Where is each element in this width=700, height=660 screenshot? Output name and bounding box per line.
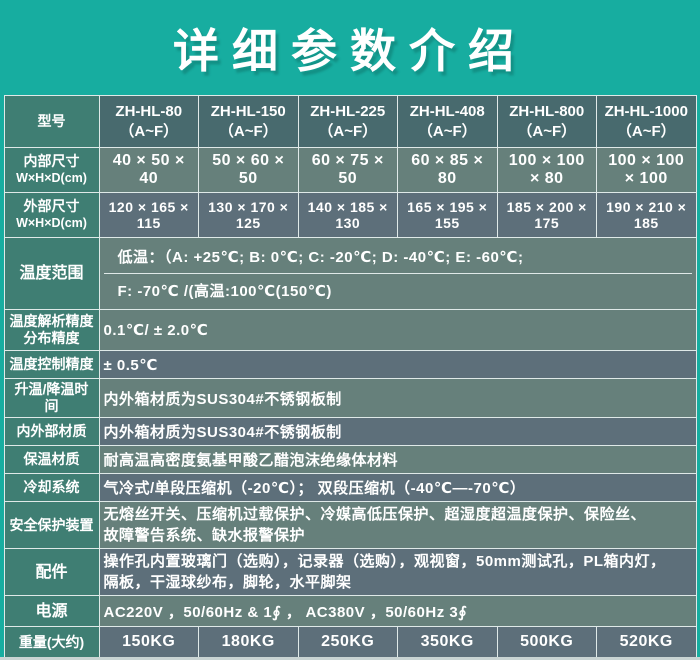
inner-size-value: 60 × 75 × 50 (298, 148, 398, 193)
model-row-label: 型号 (4, 96, 99, 148)
cooling-label: 冷却系统 (4, 474, 99, 502)
inner-size-value: 100 × 100 × 100 (597, 148, 697, 193)
page-title: 详细参数介绍 (173, 15, 527, 81)
accessories-value: 操作孔内置玻璃门（选购），记录器（选购），观视窗，50mm测试孔，PL箱内灯， … (99, 549, 696, 596)
weight-value: 180KG (199, 627, 299, 658)
model-column-zh-hl-225: ZH-HL-225 （A~F） (298, 96, 398, 148)
table-row-inner-size: 内部尺寸 W×H×D(cm) 40 × 50 × 40 50 × 60 × 50… (4, 148, 696, 193)
row-label-text: 内部尺寸 (9, 153, 95, 170)
temp-control-value: ± 0.5℃ (99, 351, 696, 379)
table-row-temp-resolution: 温度解析精度 分布精度 0.1℃/ ± 2.0℃ (4, 310, 696, 351)
table-row-weight: 重量(大约) 150KG 180KG 250KG 350KG 500KG 520… (4, 627, 696, 658)
outer-size-value: 165 × 195 × 155 (398, 193, 498, 238)
temp-range-high-line: F: -70℃ /(高温:100℃(150℃) (104, 274, 692, 307)
safety-value: 无熔丝开关、压缩机过载保护、冷媒高低压保护、超湿度超温度保护、保险丝、 故障警告… (99, 502, 696, 549)
weight-value: 520KG (597, 627, 697, 658)
outer-size-value: 130 × 170 × 125 (199, 193, 299, 238)
accessories-label: 配件 (4, 549, 99, 596)
row-label-sub: 分布精度 (9, 330, 95, 347)
model-column-zh-hl-408: ZH-HL-408 （A~F） (398, 96, 498, 148)
material-value: 内外箱材质为SUS304#不锈钢板制 (99, 418, 696, 446)
model-name: ZH-HL-800 (502, 102, 593, 122)
table-row-safety: 安全保护装置 无熔丝开关、压缩机过载保护、冷媒高低压保护、超湿度超温度保护、保险… (4, 502, 696, 549)
table-row-temp-control: 温度控制精度 ± 0.5℃ (4, 351, 696, 379)
row-label-sub: W×H×D(cm) (9, 215, 95, 232)
row-label-text: 温度解析精度 (9, 313, 95, 330)
model-variant: （A~F） (303, 122, 394, 142)
row-label-sub: W×H×D(cm) (9, 170, 95, 187)
heat-cool-time-label: 升温/降温时间 (4, 379, 99, 418)
outer-size-value: 120 × 165 × 115 (99, 193, 199, 238)
temp-range-label: 温度范围 (4, 238, 99, 310)
power-label: 电源 (4, 596, 99, 627)
safety-line-2: 故障警告系统、缺水报警保护 (104, 525, 692, 546)
model-name: ZH-HL-225 (303, 102, 394, 122)
temp-control-label: 温度控制精度 (4, 351, 99, 379)
weight-value: 150KG (99, 627, 199, 658)
accessories-line-1: 操作孔内置玻璃门（选购），记录器（选购），观视窗，50mm测试孔，PL箱内灯， (104, 551, 692, 572)
spec-table: 型号 ZH-HL-80 （A~F） ZH-HL-150 （A~F） ZH-HL-… (4, 95, 697, 658)
inner-size-value: 40 × 50 × 40 (99, 148, 199, 193)
model-name: ZH-HL-1000 (601, 102, 692, 122)
model-variant: （A~F） (402, 122, 493, 142)
model-name: ZH-HL-150 (203, 102, 294, 122)
table-row-outer-size: 外部尺寸 W×H×D(cm) 120 × 165 × 115 130 × 170… (4, 193, 696, 238)
model-column-zh-hl-1000: ZH-HL-1000 （A~F） (597, 96, 697, 148)
title-banner: 详细参数介绍 (0, 0, 700, 95)
model-variant: （A~F） (203, 122, 294, 142)
accessories-line-2: 隔板，干湿球纱布，脚轮，水平脚架 (104, 572, 692, 593)
temp-resolution-value: 0.1℃/ ± 2.0℃ (99, 310, 696, 351)
table-row-cooling: 冷却系统 气冷式/单段压缩机（-20℃）； 双段压缩机（-40℃—-70℃） (4, 474, 696, 502)
model-column-zh-hl-150: ZH-HL-150 （A~F） (199, 96, 299, 148)
table-row-models: 型号 ZH-HL-80 （A~F） ZH-HL-150 （A~F） ZH-HL-… (4, 96, 696, 148)
weight-label: 重量(大约) (4, 627, 99, 658)
model-name: ZH-HL-80 (104, 102, 195, 122)
model-variant: （A~F） (601, 122, 692, 142)
insulation-label: 保温材质 (4, 446, 99, 474)
inner-size-value: 60 × 85 × 80 (398, 148, 498, 193)
safety-line-1: 无熔丝开关、压缩机过载保护、冷媒高低压保护、超湿度超温度保护、保险丝、 (104, 504, 692, 525)
inner-size-label: 内部尺寸 W×H×D(cm) (4, 148, 99, 193)
inner-size-value: 100 × 100 × 80 (497, 148, 597, 193)
power-value: AC220V ，50/60Hz & 1∮ ， AC380V ，50/60Hz 3… (99, 596, 696, 627)
temp-range-cell: 低温：（A: +25℃; B: 0℃; C: -20℃; D: -40℃; E:… (99, 238, 696, 310)
outer-size-value: 190 × 210 × 185 (597, 193, 697, 238)
insulation-value: 耐高温高密度氨基甲酸乙醋泡沫绝缘体材料 (99, 446, 696, 474)
model-variant: （A~F） (502, 122, 593, 142)
model-name: ZH-HL-408 (402, 102, 493, 122)
outer-size-label: 外部尺寸 W×H×D(cm) (4, 193, 99, 238)
material-label: 内外部材质 (4, 418, 99, 446)
weight-value: 250KG (298, 627, 398, 658)
cooling-value: 气冷式/单段压缩机（-20℃）； 双段压缩机（-40℃—-70℃） (99, 474, 696, 502)
temp-range-low-line: 低温：（A: +25℃; B: 0℃; C: -20℃; D: -40℃; E:… (104, 240, 692, 274)
heat-cool-time-value: 内外箱材质为SUS304#不锈钢板制 (99, 379, 696, 418)
table-row-insulation: 保温材质 耐高温高密度氨基甲酸乙醋泡沫绝缘体材料 (4, 446, 696, 474)
row-label-text: 外部尺寸 (9, 198, 95, 215)
outer-size-value: 140 × 185 × 130 (298, 193, 398, 238)
outer-size-value: 185 × 200 × 175 (497, 193, 597, 238)
model-variant: （A~F） (104, 122, 195, 142)
table-row-power: 电源 AC220V ，50/60Hz & 1∮ ， AC380V ，50/60H… (4, 596, 696, 627)
table-row-material: 内外部材质 内外箱材质为SUS304#不锈钢板制 (4, 418, 696, 446)
model-column-zh-hl-80: ZH-HL-80 （A~F） (99, 96, 199, 148)
temp-resolution-label: 温度解析精度 分布精度 (4, 310, 99, 351)
table-row-temp-range: 温度范围 低温：（A: +25℃; B: 0℃; C: -20℃; D: -40… (4, 238, 696, 310)
model-column-zh-hl-800: ZH-HL-800 （A~F） (497, 96, 597, 148)
table-row-heat-cool-time: 升温/降温时间 内外箱材质为SUS304#不锈钢板制 (4, 379, 696, 418)
table-row-accessories: 配件 操作孔内置玻璃门（选购），记录器（选购），观视窗，50mm测试孔，PL箱内… (4, 549, 696, 596)
weight-value: 350KG (398, 627, 498, 658)
inner-size-value: 50 × 60 × 50 (199, 148, 299, 193)
weight-value: 500KG (497, 627, 597, 658)
safety-label: 安全保护装置 (4, 502, 99, 549)
